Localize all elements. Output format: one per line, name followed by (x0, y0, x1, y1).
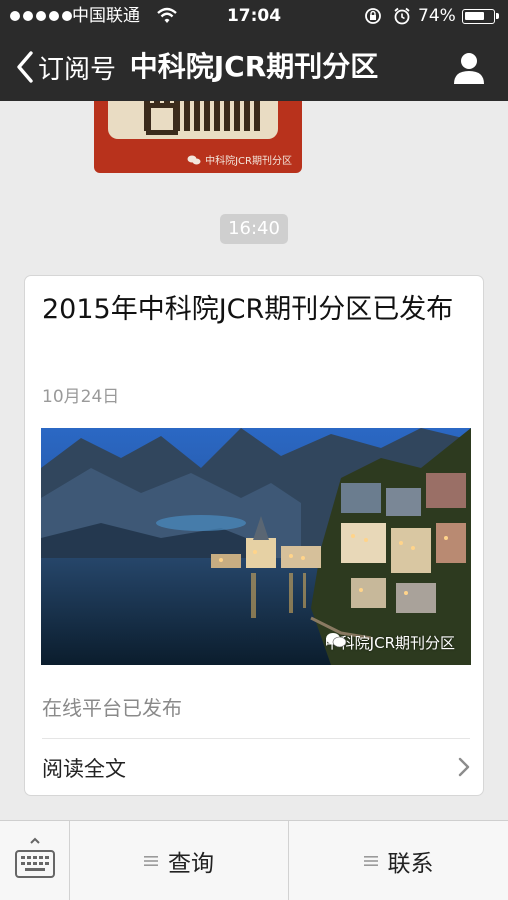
article-title: 2015年中科院JCR期刊分区已发布 (42, 294, 454, 325)
qr-paper (108, 101, 278, 139)
menu-lines-icon (144, 856, 158, 866)
wechat-icon (325, 633, 346, 648)
status-bar: 中国联通 17:04 74% (0, 0, 508, 33)
article-date: 10月24日 (42, 387, 120, 407)
previous-image-message[interactable]: 中科院JCR期刊分区 (94, 101, 302, 173)
message-timestamp: 16:40 (220, 214, 288, 244)
menu-lines-icon (363, 856, 378, 866)
keyboard-toggle-button[interactable] (0, 821, 70, 900)
battery-fill (465, 12, 484, 20)
wechat-icon (187, 155, 201, 164)
page-title: 中科院JCR期刊分区 (129, 50, 379, 83)
cover-watermark: 中科院JCR期刊分区 (325, 632, 455, 653)
nav-bar: 订阅号 中科院JCR期刊分区 (0, 33, 508, 101)
menu-label-query: 查询 (168, 851, 214, 877)
article-cover-image: 中科院JCR期刊分区 (41, 428, 471, 665)
top-bar: 中国联通 17:04 74% 订阅号 中科院JCR期刊分区 (0, 0, 508, 101)
menu-button-contact[interactable]: 联系 (289, 821, 508, 900)
person-icon[interactable] (450, 49, 488, 87)
article-card[interactable]: 2015年中科院JCR期刊分区已发布 10月24日 中科院JCR期刊分区 在线平… (24, 275, 484, 796)
menu-button-query[interactable]: 查询 (70, 821, 289, 900)
lake-village-illustration (41, 428, 471, 665)
battery-percent: 74% (418, 6, 456, 26)
read-full-article-link[interactable]: 阅读全文 (25, 739, 485, 795)
rotation-lock-icon (365, 8, 381, 24)
bottom-menu-bar: 查询 联系 (0, 820, 508, 900)
keyboard-icon (15, 837, 55, 878)
alarm-icon (394, 7, 410, 25)
read-more-label: 阅读全文 (42, 757, 126, 781)
chat-screen: 中国联通 17:04 74% 订阅号 中科院JCR期刊分区 中科院JCR期刊分区… (0, 0, 508, 900)
article-summary: 在线平台已发布 (42, 696, 182, 720)
chevron-right-icon (458, 757, 470, 777)
image-watermark-text: 中科院JCR期刊分区 (205, 156, 292, 167)
qr-code-image (144, 101, 264, 135)
battery-icon (462, 9, 499, 24)
menu-label-contact: 联系 (387, 851, 434, 877)
image-watermark: 中科院JCR期刊分区 (187, 152, 292, 167)
